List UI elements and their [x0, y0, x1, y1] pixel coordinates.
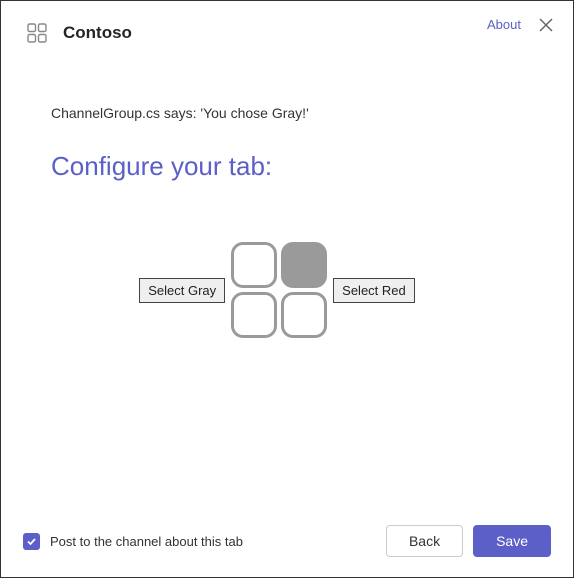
tile — [231, 292, 277, 338]
tile-grid-icon — [231, 242, 327, 338]
app-icon — [25, 21, 49, 45]
dialog-content: ChannelGroup.cs says: 'You chose Gray!' … — [1, 45, 573, 509]
tile — [231, 242, 277, 288]
status-text: ChannelGroup.cs says: 'You chose Gray!' — [51, 105, 523, 121]
select-gray-button[interactable]: Select Gray — [139, 278, 225, 303]
page-heading: Configure your tab: — [51, 151, 523, 182]
save-button[interactable]: Save — [473, 525, 551, 557]
color-select-row: Select Gray Select Red — [31, 242, 523, 338]
config-dialog: Contoso About ChannelGroup.cs says: 'You… — [0, 0, 574, 578]
post-checkbox-label: Post to the channel about this tab — [50, 534, 243, 549]
close-icon[interactable] — [539, 18, 553, 32]
post-checkbox[interactable] — [23, 533, 40, 550]
back-button[interactable]: Back — [386, 525, 463, 557]
app-title: Contoso — [63, 23, 132, 43]
select-red-button[interactable]: Select Red — [333, 278, 415, 303]
about-link[interactable]: About — [487, 17, 521, 32]
tile-filled — [281, 242, 327, 288]
tile — [281, 292, 327, 338]
dialog-footer: Post to the channel about this tab Back … — [1, 509, 573, 577]
dialog-header: Contoso About — [1, 1, 573, 45]
post-checkbox-group: Post to the channel about this tab — [23, 533, 376, 550]
header-actions: About — [487, 17, 553, 32]
